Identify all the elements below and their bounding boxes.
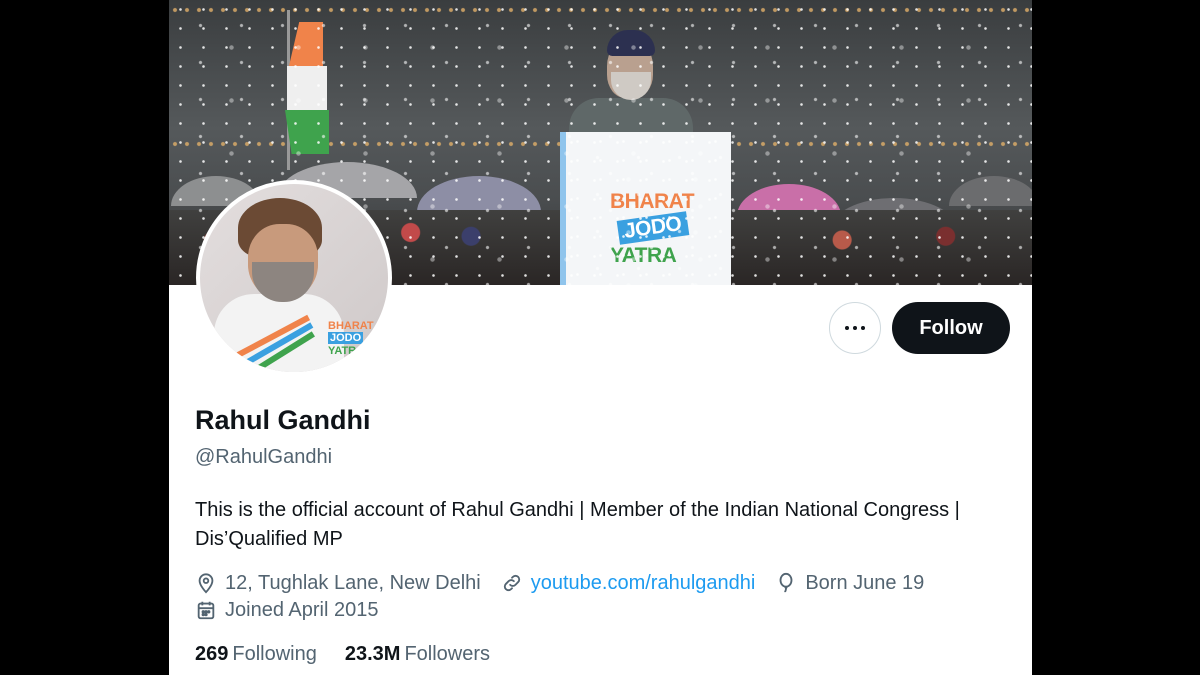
meta-joined: Joined April 2015 <box>195 599 378 622</box>
avatar-logo-bharat: BHARAT <box>328 320 374 332</box>
following-count: 269 <box>195 643 229 665</box>
avatar-logo-yatra: YATRA <box>328 345 365 357</box>
followers-link[interactable]: 23.3M Followers <box>345 643 490 666</box>
location-pin-icon <box>198 573 214 594</box>
location-text: 12, Tughlak Lane, New Delhi <box>225 571 481 594</box>
avatar-logo-jodo: JODO <box>328 332 364 344</box>
more-options-button[interactable] <box>829 302 881 354</box>
followers-label: Followers <box>404 643 491 665</box>
following-label: Following <box>232 643 317 665</box>
calendar-icon <box>197 601 215 620</box>
profile-meta-row-2: Joined April 2015 <box>195 596 398 624</box>
following-link[interactable]: 269 Following <box>195 643 317 666</box>
profile-avatar[interactable]: BHARAT JODO YATRA <box>196 180 392 376</box>
profile-handle: @RahulGandhi <box>195 446 333 468</box>
meta-birthday: Born June 19 <box>775 572 924 595</box>
joined-text: Joined April 2015 <box>225 598 379 621</box>
meta-website[interactable]: youtube.com/rahulgandhi <box>501 572 756 595</box>
follow-stats: 269 Following 23.3M Followers <box>195 643 518 666</box>
birthday-text: Born June 19 <box>805 571 925 594</box>
website-link[interactable]: youtube.com/rahulgandhi <box>531 572 756 595</box>
link-icon <box>503 574 520 592</box>
profile-panel: BHARAT JODO YATRA BHARAT JODO YATRA Foll… <box>169 0 1032 675</box>
balloon-icon <box>779 572 793 593</box>
profile-name: Rahul Gandhi <box>195 405 371 435</box>
followers-count: 23.3M <box>344 643 401 665</box>
profile-bio: This is the official account of Rahul Ga… <box>195 499 960 550</box>
profile-meta-row: 12, Tughlak Lane, New Delhi youtube.com/… <box>195 569 944 597</box>
ellipsis-icon <box>843 326 867 330</box>
meta-location: 12, Tughlak Lane, New Delhi <box>195 572 481 595</box>
follow-button[interactable]: Follow <box>892 302 1010 354</box>
